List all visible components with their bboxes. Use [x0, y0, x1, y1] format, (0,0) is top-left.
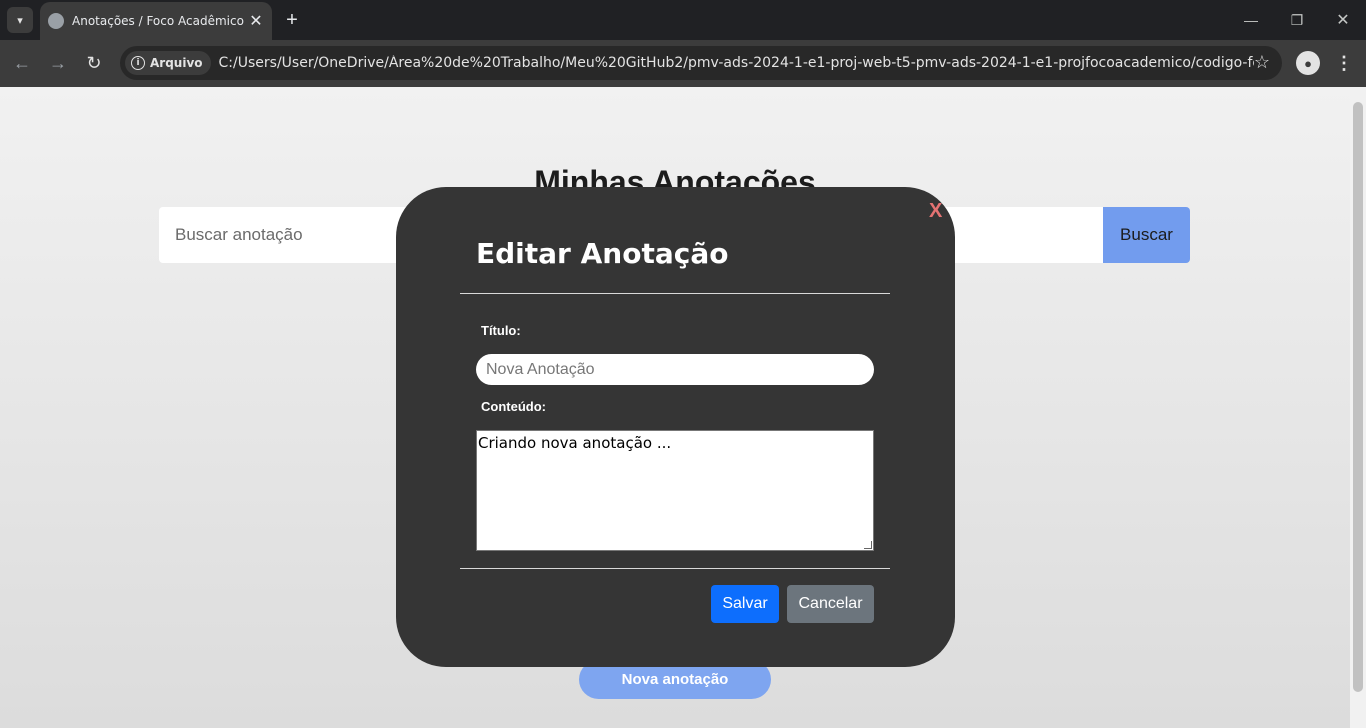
profile-avatar: ●	[1304, 55, 1312, 71]
reload-icon[interactable]: ↻	[80, 49, 108, 77]
tab-title: Anotações / Foco Acadêmico	[72, 14, 244, 28]
url-text[interactable]: C:/Users/User/OneDrive/Área%20de%20Traba…	[219, 55, 1254, 71]
profile-icon[interactable]: ●	[1296, 51, 1320, 75]
scrollbar-thumb[interactable]	[1353, 102, 1363, 692]
new-tab-button[interactable]: +	[280, 8, 304, 32]
scrollbar[interactable]	[1350, 87, 1366, 728]
minimize-icon[interactable]: —	[1228, 0, 1274, 40]
forward-arrow-icon[interactable]: →	[44, 49, 72, 77]
browser-toolbar: ← → ↻ i Arquivo C:/Users/User/OneDrive/Á…	[0, 40, 1366, 87]
content-text: Criando nova anotação ...	[478, 434, 672, 452]
address-bar[interactable]: i Arquivo C:/Users/User/OneDrive/Área%20…	[120, 46, 1282, 80]
resize-handle-icon[interactable]	[864, 541, 872, 549]
title-input[interactable]: Nova Anotação	[476, 354, 874, 385]
modal-divider-bottom	[460, 568, 890, 569]
globe-icon	[48, 13, 64, 29]
tab-anotacoes[interactable]: Anotações / Foco Acadêmico ✕	[40, 2, 272, 40]
cancel-button[interactable]: Cancelar	[787, 585, 874, 623]
modal-divider-top	[460, 293, 890, 294]
modal-close-button[interactable]: X	[929, 200, 942, 223]
title-field-label: Título:	[481, 323, 521, 338]
info-icon: i	[131, 56, 145, 70]
site-info-chip[interactable]: i Arquivo	[125, 51, 211, 75]
close-tab-icon[interactable]: ✕	[246, 11, 266, 31]
back-arrow-icon[interactable]: ←	[8, 49, 36, 77]
site-info-label: Arquivo	[150, 56, 203, 70]
kebab-menu-icon[interactable]: ⋮	[1332, 49, 1356, 77]
save-button[interactable]: Salvar	[711, 585, 779, 623]
content-field-label: Conteúdo:	[481, 399, 546, 414]
close-window-icon[interactable]: ✕	[1320, 0, 1366, 40]
browser-tabstrip: ▾ Anotações / Foco Acadêmico ✕ + — ❐ ✕	[0, 0, 1366, 40]
restore-icon[interactable]: ❐	[1274, 0, 1320, 40]
page-content: Minhas Anotações Buscar Nova anotação X …	[0, 87, 1366, 728]
search-button[interactable]: Buscar	[1103, 207, 1190, 263]
modal-title: Editar Anotação	[476, 237, 729, 270]
chevron-down-icon: ▾	[17, 14, 23, 27]
tab-list-button[interactable]: ▾	[7, 7, 33, 33]
content-textarea[interactable]: Criando nova anotação ...	[476, 430, 874, 551]
bookmark-star-icon[interactable]: ☆	[1254, 52, 1270, 73]
edit-note-modal: X Editar Anotação Título: Nova Anotação …	[396, 187, 955, 667]
